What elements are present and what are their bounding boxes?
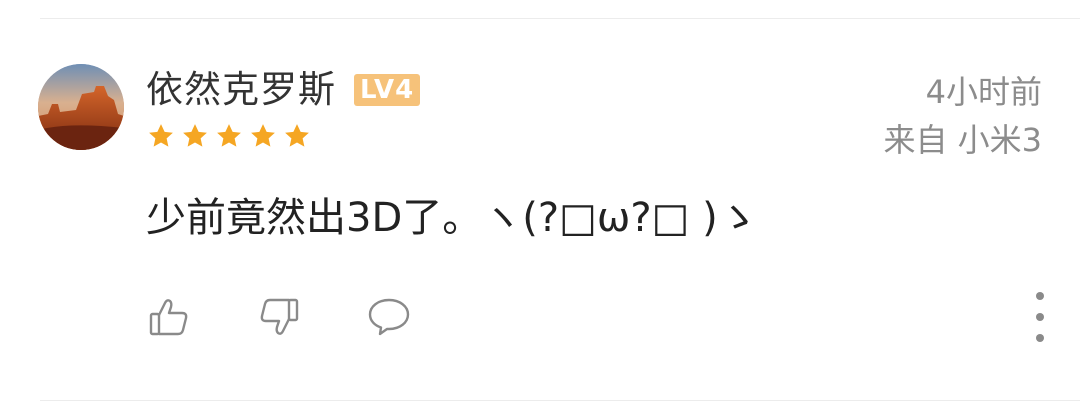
comment-text: 少前竟然出3D了。ヽ(?□ω?□ )ゝ xyxy=(146,195,758,241)
avatar[interactable] xyxy=(38,64,124,150)
dislike-button[interactable] xyxy=(256,294,302,340)
thumbs-down-icon xyxy=(260,298,299,335)
star-icon xyxy=(217,124,241,147)
star-icon xyxy=(149,124,173,147)
comment-card: 依然克罗斯 LV4 4小时前 来自 小米3 少前竟然出3D了。ヽ(?□ω?□ )… xyxy=(0,0,1080,412)
comment-time: 4小时前 xyxy=(925,73,1042,111)
comment-device: 来自 小米3 xyxy=(883,121,1042,159)
level-badge: LV4 xyxy=(354,74,421,106)
reply-button[interactable] xyxy=(366,294,412,340)
vertical-ellipsis-dot xyxy=(1036,334,1044,342)
star-rating xyxy=(146,121,312,155)
like-button[interactable] xyxy=(146,294,192,340)
divider-top xyxy=(40,18,1080,19)
vertical-ellipsis-icon xyxy=(1036,292,1044,300)
star-icon xyxy=(285,124,309,147)
star-icon xyxy=(183,124,207,147)
thumbs-up-icon xyxy=(149,299,188,336)
star-icon xyxy=(251,124,275,147)
divider-bottom xyxy=(40,400,1080,401)
more-options-button[interactable] xyxy=(1030,292,1050,342)
vertical-ellipsis-dot xyxy=(1036,313,1044,321)
speech-bubble-icon xyxy=(368,298,410,336)
username[interactable]: 依然克罗斯 xyxy=(146,68,336,112)
